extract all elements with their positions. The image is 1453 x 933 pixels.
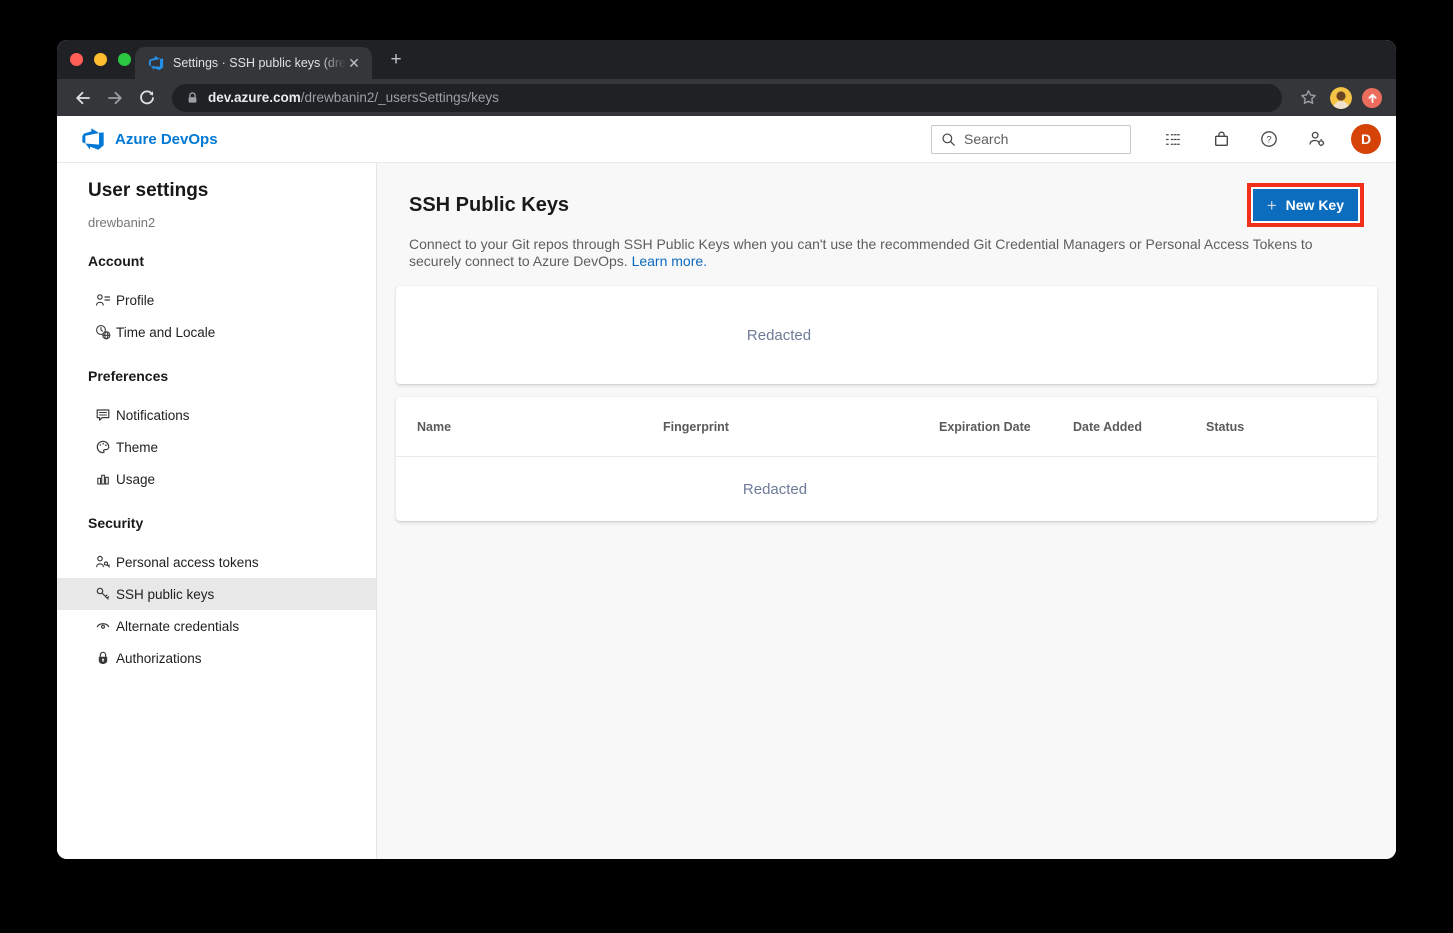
azure-devops-logo-icon[interactable] (81, 127, 105, 151)
tab-close-icon[interactable]: ✕ (346, 55, 362, 71)
redacted-row-text: Redacted (396, 481, 1154, 498)
browser-update-icon[interactable] (1362, 88, 1382, 108)
new-tab-button[interactable]: + (383, 47, 409, 73)
sidebar-item-notifications[interactable]: Notifications (57, 399, 376, 431)
brand-label[interactable]: Azure DevOps (115, 131, 218, 148)
column-header-status: Status (1206, 420, 1377, 434)
lock-icon (186, 91, 199, 105)
eye-icon (95, 618, 111, 634)
search-box[interactable] (931, 125, 1131, 154)
browser-window: Settings · SSH public keys (dre ✕ + dev.… (57, 40, 1396, 859)
url-host: dev.azure.com (208, 90, 301, 105)
time-locale-icon (95, 324, 111, 340)
sidebar-item-personal-access-tokens[interactable]: Personal access tokens (57, 546, 376, 578)
profile-icon (95, 292, 111, 308)
tab-title: Settings · SSH public keys (dre (173, 56, 346, 70)
plus-icon: + (1267, 197, 1277, 214)
redacted-text: Redacted (396, 327, 1162, 344)
usage-bar-chart-icon (95, 471, 111, 487)
svg-text:?: ? (1266, 135, 1271, 146)
sidebar-item-authorizations[interactable]: Authorizations (57, 642, 376, 674)
sidebar-section-account: Account (88, 252, 376, 270)
browser-tab[interactable]: Settings · SSH public keys (dre ✕ (135, 47, 372, 79)
sidebar-section-preferences: Preferences (88, 367, 376, 385)
fullscreen-window-button[interactable] (118, 53, 131, 66)
work-items-list-icon[interactable] (1157, 123, 1189, 155)
sidebar-title: User settings (88, 179, 376, 203)
theme-palette-icon (95, 439, 111, 455)
ssh-keys-table: Name Fingerprint Expiration Date Date Ad… (396, 397, 1377, 521)
back-icon[interactable] (69, 84, 97, 112)
column-header-expiration-date: Expiration Date (939, 420, 1073, 434)
app-header: Azure DevOps ? D (57, 116, 1396, 163)
sidebar-section-security: Security (88, 514, 376, 532)
person-key-icon (95, 554, 111, 570)
ssh-key-icon (95, 586, 111, 602)
sidebar-item-usage[interactable]: Usage (57, 463, 376, 495)
redacted-card: Redacted (396, 286, 1377, 384)
table-row: Redacted (396, 457, 1377, 521)
marketplace-bag-icon[interactable] (1205, 123, 1237, 155)
url-path: /drewbanin2/_usersSettings/keys (301, 90, 499, 105)
page-description: Connect to your Git repos through SSH Pu… (409, 236, 1361, 270)
close-window-button[interactable] (70, 53, 83, 66)
help-icon[interactable]: ? (1253, 123, 1285, 155)
sidebar-item-time-and-locale[interactable]: Time and Locale (57, 316, 376, 348)
screenshot-background: Settings · SSH public keys (dre ✕ + dev.… (0, 0, 1453, 933)
reload-icon[interactable] (133, 84, 161, 112)
user-settings-gear-icon[interactable] (1301, 123, 1333, 155)
notifications-comment-icon (95, 407, 111, 423)
new-key-button[interactable]: + New Key (1253, 189, 1358, 221)
column-header-date-added: Date Added (1073, 420, 1206, 434)
sidebar-item-profile[interactable]: Profile (57, 284, 376, 316)
browser-profile-avatar[interactable] (1330, 87, 1352, 109)
forward-icon[interactable] (101, 84, 129, 112)
tab-favicon-azure-devops-icon (148, 55, 164, 71)
browser-tab-strip: Settings · SSH public keys (dre ✕ + (57, 40, 1396, 79)
bookmark-star-icon[interactable] (1294, 84, 1322, 112)
window-controls (70, 53, 131, 66)
lock-shield-icon (95, 650, 111, 666)
settings-sidebar: User settings drewbanin2 Account Profile… (57, 163, 377, 859)
column-header-fingerprint: Fingerprint (663, 420, 939, 434)
sidebar-username: drewbanin2 (88, 214, 376, 231)
minimize-window-button[interactable] (94, 53, 107, 66)
main-content: SSH Public Keys + New Key Connect to you… (377, 163, 1396, 859)
page-title: SSH Public Keys (409, 194, 569, 217)
annotation-highlight-box: + New Key (1247, 183, 1364, 227)
column-header-name: Name (417, 420, 663, 434)
learn-more-link[interactable]: Learn more. (632, 253, 707, 269)
url-bar[interactable]: dev.azure.com/drewbanin2/_usersSettings/… (172, 84, 1282, 112)
search-input[interactable] (964, 131, 1121, 147)
sidebar-item-alternate-credentials[interactable]: Alternate credentials (57, 610, 376, 642)
search-icon (941, 132, 956, 147)
browser-toolbar: dev.azure.com/drewbanin2/_usersSettings/… (57, 79, 1396, 116)
sidebar-item-theme[interactable]: Theme (57, 431, 376, 463)
table-header-row: Name Fingerprint Expiration Date Date Ad… (396, 397, 1377, 457)
account-avatar[interactable]: D (1351, 124, 1381, 154)
sidebar-item-ssh-public-keys[interactable]: SSH public keys (57, 578, 376, 610)
